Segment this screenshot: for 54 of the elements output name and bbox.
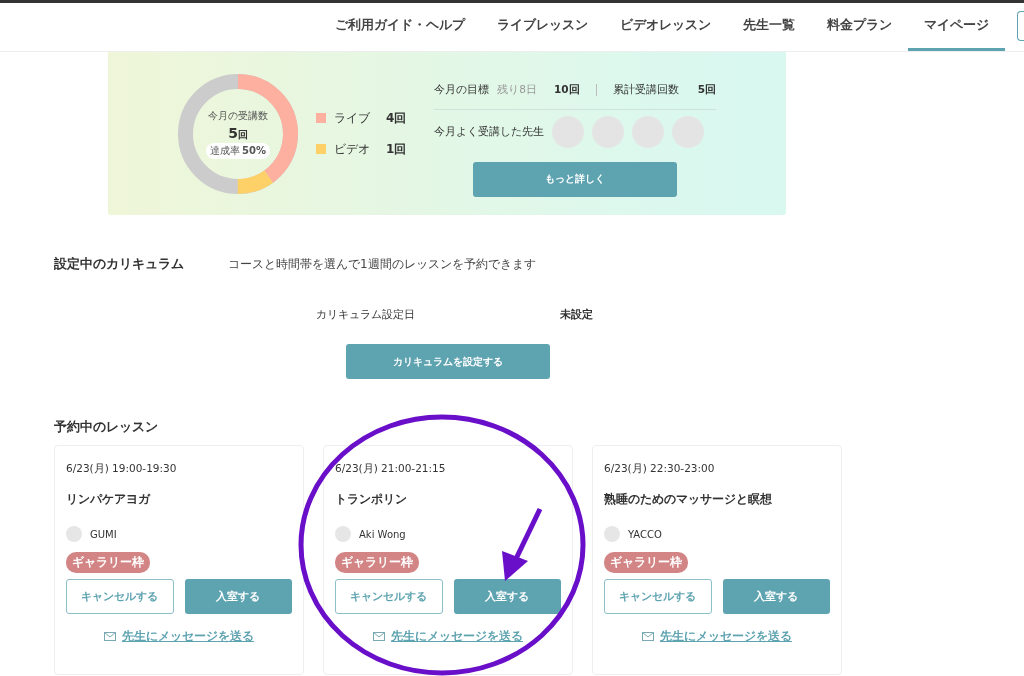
donut-count: 5回: [228, 124, 248, 142]
mail-icon: [104, 632, 116, 641]
section-description: コースと時間帯を選んで1週間のレッスンを予約できます: [228, 255, 536, 273]
legend-label: ビデオ: [334, 140, 371, 158]
field-label: カリキュラム設定日: [316, 307, 416, 322]
cancel-button[interactable]: キャンセルする: [604, 579, 712, 614]
lesson-title: リンパケアヨガ: [66, 491, 152, 508]
message-link[interactable]: 先生にメッセージを送る: [660, 628, 792, 645]
enter-room-button[interactable]: 入室する: [184, 579, 292, 614]
gallery-badge: ギャラリー枠: [335, 552, 419, 573]
nav-link[interactable]: ビデオレッスン: [604, 3, 727, 51]
mail-icon: [373, 632, 385, 641]
teacher-avatar: [335, 526, 351, 542]
enter-room-button[interactable]: 入室する: [722, 579, 830, 614]
teachers-label: 今月よく受講した先生: [434, 124, 545, 139]
teacher-name[interactable]: YACCO: [628, 528, 662, 540]
lesson-title: 熟睡のためのマッサージと瞑想: [604, 491, 773, 508]
message-link[interactable]: 先生にメッセージを送る: [122, 628, 254, 645]
teacher-name[interactable]: Aki Wong: [359, 528, 406, 540]
section-title: 設定中のカリキュラム: [54, 255, 184, 273]
total-value: 5回: [697, 82, 716, 97]
goal-label: 今月の目標: [434, 82, 490, 97]
nav-link[interactable]: 先生一覧: [727, 3, 811, 51]
goal-remaining: 残り8日: [497, 82, 538, 97]
achievement-rate: 達成率 50%: [206, 142, 270, 159]
enter-room-button[interactable]: 入室する: [453, 579, 561, 614]
gallery-badge: ギャラリー枠: [66, 552, 150, 573]
set-curriculum-button[interactable]: カリキュラムを設定する: [346, 344, 550, 379]
goal-value: 10回: [554, 82, 580, 97]
more-details-button[interactable]: もっと詳しく: [473, 161, 678, 197]
nav-link[interactable]: ご利用ガイド・ヘルプ: [319, 3, 481, 51]
nav-link[interactable]: マイページ: [908, 3, 1005, 51]
cancel-button[interactable]: キャンセルする: [335, 579, 443, 614]
gallery-badge: ギャラリー枠: [604, 552, 688, 573]
mail-icon: [642, 632, 654, 641]
teacher-name[interactable]: GUMI: [90, 528, 117, 540]
legend-value: 1回: [386, 140, 407, 158]
teacher-avatar: [604, 526, 620, 542]
legend-value: 4回: [386, 109, 407, 127]
lesson-datetime: 6/23(月) 19:00-19:30: [66, 462, 178, 476]
field-value: 未設定: [560, 307, 593, 322]
legend-label: ライブ: [334, 109, 371, 127]
message-link[interactable]: 先生にメッセージを送る: [391, 628, 523, 645]
total-label: 累計受講回数: [612, 82, 679, 97]
nav-link[interactable]: 料金プラン: [811, 3, 908, 51]
cancel-button[interactable]: キャンセルする: [66, 579, 174, 614]
lesson-title: トランポリン: [335, 491, 408, 508]
donut-title: 今月の受講数: [208, 108, 268, 123]
teacher-avatar: [66, 526, 82, 542]
lesson-datetime: 6/23(月) 21:00-21:15: [335, 462, 447, 476]
section-title: 予約中のレッスン: [54, 419, 159, 436]
header-button[interactable]: [1017, 11, 1024, 41]
nav-link[interactable]: ライブレッスン: [481, 3, 604, 51]
lesson-datetime: 6/23(月) 22:30-23:00: [604, 462, 716, 476]
